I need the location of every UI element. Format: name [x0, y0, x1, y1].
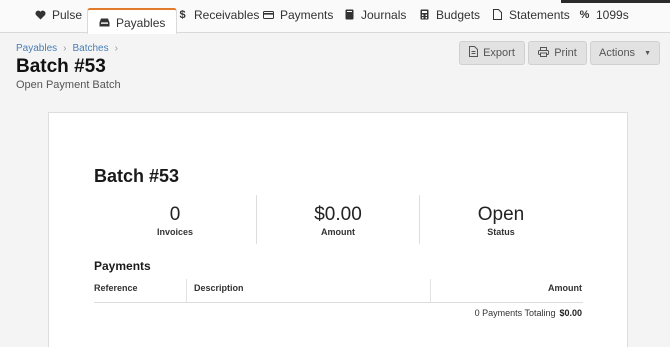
column-header-description: Description	[194, 283, 244, 293]
column-header-reference: Reference	[94, 283, 138, 293]
tab-payments[interactable]: Payments	[263, 8, 333, 33]
tab-receivables[interactable]: $ Receivables	[177, 8, 259, 33]
tab-payables[interactable]: Payables	[87, 8, 178, 34]
tab-budgets[interactable]: Budgets	[419, 8, 480, 33]
chevron-right-icon: ›	[63, 43, 67, 54]
stat-label: Status	[487, 227, 515, 237]
chevron-right-icon: ›	[114, 43, 118, 54]
stat-divider	[256, 195, 257, 244]
stat-divider	[419, 195, 420, 244]
table-header-divider	[94, 302, 583, 303]
stat-amount: $0.00 Amount	[258, 204, 418, 238]
tab-label: Journals	[361, 8, 407, 22]
credit-card-icon	[263, 9, 274, 20]
tab-label: Pulse	[52, 8, 83, 22]
payments-total-amount: $0.00	[559, 308, 582, 318]
card-title: Batch #53	[94, 166, 180, 186]
tab-1099s[interactable]: % 1099s	[579, 8, 629, 33]
breadcrumb-link-payables[interactable]: Payables	[16, 43, 57, 54]
document-icon	[492, 9, 503, 20]
tab-label: Payables	[116, 16, 166, 30]
column-divider	[430, 279, 431, 302]
tab-statements[interactable]: Statements	[492, 8, 570, 33]
stat-value: Open	[477, 204, 525, 225]
printer-icon	[538, 46, 550, 60]
tab-label: Budgets	[436, 8, 481, 22]
export-label: Export	[483, 47, 515, 59]
stat-status: Open Status	[421, 204, 581, 238]
tab-label: Statements	[509, 8, 570, 22]
print-button[interactable]: Print	[528, 41, 587, 65]
inbox-icon	[99, 17, 110, 28]
actions-dropdown-button[interactable]: Actions ▼	[590, 41, 660, 65]
export-button[interactable]: Export	[459, 41, 525, 65]
dollar-icon: $	[179, 8, 186, 21]
top-navigation: Pulse Payables $ Receivables Payments Jo…	[0, 0, 670, 34]
page-subtitle: Open Payment Batch	[16, 79, 121, 91]
print-label: Print	[554, 47, 577, 59]
heart-icon	[35, 9, 46, 20]
tab-label: Payments	[280, 8, 334, 22]
export-file-icon	[469, 46, 479, 60]
stat-value: 0	[169, 204, 181, 225]
column-header-amount: Amount	[548, 283, 582, 293]
payments-total: 0 Payments Totaling $0.00	[475, 308, 582, 318]
tab-label: 1099s	[596, 8, 629, 22]
tab-label: Receivables	[194, 8, 260, 22]
tab-pulse[interactable]: Pulse	[35, 8, 82, 33]
breadcrumb-link-batches[interactable]: Batches	[72, 43, 108, 54]
percent-icon: %	[579, 8, 590, 21]
tab-journals[interactable]: Journals	[344, 8, 406, 33]
page-title: Batch #53	[16, 56, 106, 77]
top-dark-strip	[561, 0, 670, 3]
payments-section-heading: Payments	[94, 259, 151, 273]
calculator-icon	[419, 9, 430, 20]
batch-card: Batch #53 0 Invoices $0.00 Amount Open S…	[48, 112, 628, 347]
book-icon	[344, 9, 355, 20]
breadcrumb: Payables › Batches ›	[16, 43, 118, 54]
payments-total-text: 0 Payments Totaling	[474, 308, 556, 318]
stat-value: $0.00	[314, 204, 362, 225]
stat-label: Amount	[321, 227, 355, 237]
stat-label: Invoices	[156, 227, 194, 237]
caret-down-icon: ▼	[644, 49, 651, 57]
column-divider	[186, 279, 187, 302]
actions-label: Actions	[598, 47, 636, 59]
stat-invoices: 0 Invoices	[95, 204, 255, 238]
